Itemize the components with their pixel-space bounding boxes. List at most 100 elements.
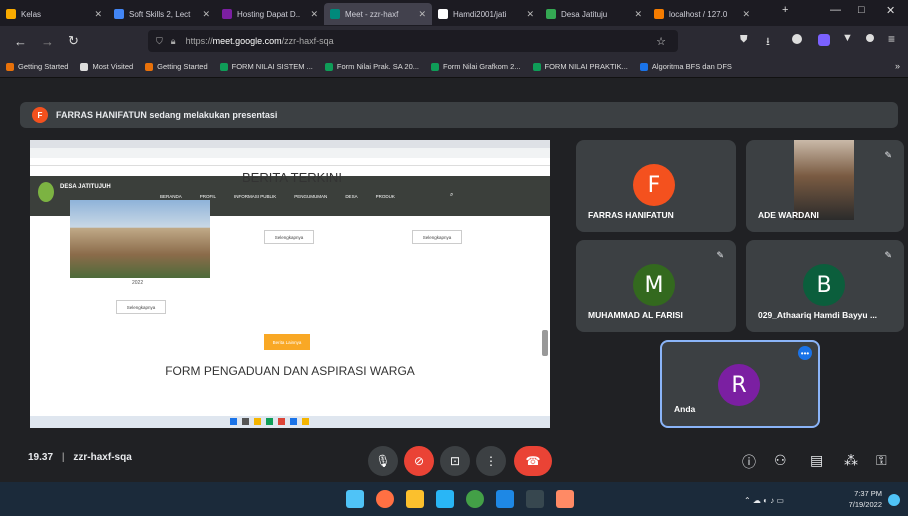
leave-call-button[interactable]: ☎ bbox=[514, 446, 552, 476]
download-icon[interactable]: ⭳ bbox=[766, 33, 770, 52]
pocket-icon[interactable]: ⛊ bbox=[740, 34, 748, 45]
browser-tab[interactable]: Soft Skills 2, Lect ✕ bbox=[108, 3, 216, 25]
close-window-icon[interactable]: ✕ bbox=[886, 4, 895, 17]
bookmark-label: FORM NILAI SISTEM ... bbox=[231, 62, 313, 71]
browser-nav-bar: ← → ↻ ⛉ 🔒︎ https://meet.google.com/zzr-h… bbox=[0, 26, 908, 56]
muted-mic-icon: ✎ bbox=[716, 250, 724, 260]
close-tab-icon[interactable]: ✕ bbox=[526, 9, 534, 20]
village-logo bbox=[38, 182, 54, 202]
close-tab-icon[interactable]: ✕ bbox=[634, 9, 642, 20]
bookmark-item[interactable]: FORM NILAI PRAKTIK... bbox=[532, 62, 628, 71]
avatar: R bbox=[718, 364, 760, 406]
firefox-icon[interactable] bbox=[376, 490, 394, 508]
bookmark-item[interactable]: Form Nilai Grafkom 2... bbox=[431, 62, 521, 71]
terminal-icon[interactable] bbox=[526, 490, 544, 508]
start-icon[interactable] bbox=[346, 490, 364, 508]
url-bar[interactable]: ⛉ 🔒︎ https://meet.google.com/zzr-haxf-sq… bbox=[148, 30, 678, 52]
url-domain: meet.google.com bbox=[212, 36, 282, 46]
chat-icon[interactable]: ▤ bbox=[810, 452, 823, 469]
bookmark-item[interactable]: Form Nilai Prak. SA 20... bbox=[324, 62, 419, 71]
vscode-icon[interactable] bbox=[496, 490, 514, 508]
bookmark-label: Getting Started bbox=[157, 62, 208, 71]
present-button[interactable]: ⊡ bbox=[440, 446, 470, 476]
bookmark-icon bbox=[324, 62, 333, 71]
account-icon[interactable] bbox=[792, 34, 802, 44]
tab-label: localhost / 127.0 bbox=[669, 9, 728, 19]
microphone-button[interactable]: 🎙︎ bbox=[368, 446, 398, 476]
vpn-icon[interactable]: ▼ bbox=[842, 32, 853, 44]
lock-icon[interactable]: ⚿ bbox=[876, 452, 887, 469]
bookmark-item[interactable]: Getting Started bbox=[145, 62, 208, 71]
participant-tile-athaariq[interactable]: B ✎ 029_Athaariq Hamdi Bayyu ... bbox=[746, 240, 904, 332]
system-tray-icons[interactable]: ⌃ ☁ ◐ ♪ ▭ bbox=[744, 496, 784, 505]
bookmark-item[interactable]: Getting Started bbox=[6, 62, 68, 71]
more-bookmarks-icon[interactable]: » bbox=[895, 61, 900, 71]
present-icon: ⊡ bbox=[449, 454, 461, 468]
participant-name: ADE WARDANI bbox=[758, 210, 819, 220]
bookmarks-bar: Getting Started Most Visited Getting Start… bbox=[0, 56, 908, 78]
more-options-button[interactable]: ⋮ bbox=[476, 446, 506, 476]
muted-mic-icon: ✎ bbox=[884, 250, 892, 260]
search-icon: ⌕ bbox=[450, 192, 454, 198]
extension-icon[interactable] bbox=[866, 34, 874, 42]
new-tab-button[interactable]: + bbox=[782, 4, 788, 16]
close-tab-icon[interactable]: ✕ bbox=[310, 9, 318, 20]
participant-name: FARRAS HANIFATUN bbox=[588, 210, 674, 220]
menu-icon[interactable]: ≡ bbox=[888, 32, 895, 46]
bookmark-item[interactable]: Most Visited bbox=[80, 62, 133, 71]
browser-tab[interactable]: Hamdi2001/jati ✕ bbox=[432, 3, 540, 25]
close-tab-icon[interactable]: ✕ bbox=[742, 9, 750, 20]
read-more-button-1: Selengkapnya bbox=[116, 300, 166, 314]
browser-tab[interactable]: localhost / 127.0 ✕ bbox=[648, 3, 756, 25]
bookmark-label: Form Nilai Grafkom 2... bbox=[443, 62, 521, 71]
bookmark-item[interactable]: FORM NILAI SISTEM ... bbox=[219, 62, 313, 71]
close-tab-icon[interactable]: ✕ bbox=[418, 9, 426, 20]
maximize-icon[interactable]: □ bbox=[858, 4, 865, 16]
back-icon[interactable]: ← bbox=[14, 34, 27, 49]
extension-icon[interactable] bbox=[818, 34, 830, 46]
star-icon[interactable]: ☆ bbox=[656, 35, 666, 48]
site-nav-item: INFORMASI PUBLIK bbox=[234, 194, 277, 199]
reload-icon[interactable]: ↻ bbox=[68, 33, 79, 49]
forward-icon[interactable]: → bbox=[41, 34, 54, 49]
xampp-icon[interactable] bbox=[556, 490, 574, 508]
lock-icon: 🔒︎ bbox=[170, 35, 176, 46]
read-more-button-3: Selengkapnya bbox=[412, 230, 462, 244]
tab-favicon-icon bbox=[546, 9, 556, 19]
presenter-avatar: F bbox=[32, 107, 48, 123]
camera-off-icon: ⊘ bbox=[413, 454, 425, 468]
system-clock[interactable]: 7:37 PM 7/19/2022 bbox=[842, 488, 882, 510]
tab-label: Kelas bbox=[21, 9, 42, 19]
read-more-button-2: Selengkapnya bbox=[264, 230, 314, 244]
close-tab-icon[interactable]: ✕ bbox=[202, 9, 210, 20]
shared-tab-bar bbox=[30, 140, 550, 148]
participant-tile-ade[interactable]: ✎ ADE WARDANI bbox=[746, 140, 904, 232]
people-icon[interactable]: ⚇ bbox=[774, 452, 787, 469]
browser-tab[interactable]: Meet - zzr-haxf ✕ bbox=[324, 3, 432, 25]
camera-button[interactable]: ⊘ bbox=[404, 446, 434, 476]
shared-url-bar bbox=[30, 148, 550, 158]
shared-taskbar-icons bbox=[230, 418, 309, 425]
more-options-icon[interactable]: ••• bbox=[798, 346, 812, 360]
browser-tab[interactable]: Kelas ✕ bbox=[0, 3, 108, 25]
clock-time: 7:37 PM bbox=[854, 489, 882, 498]
notification-icon[interactable] bbox=[888, 494, 900, 506]
participant-tile-muhammad[interactable]: M ✎ MUHAMMAD AL FARISI bbox=[576, 240, 736, 332]
close-tab-icon[interactable]: ✕ bbox=[94, 9, 102, 20]
participant-tile-self[interactable]: R ••• Anda bbox=[660, 340, 820, 428]
participant-tile-farras[interactable]: F FARRAS HANIFATUN bbox=[576, 140, 736, 232]
browser-tab[interactable]: Desa Jatituju ✕ bbox=[540, 3, 648, 25]
bookmark-item[interactable]: Algoritma BFS dan DFS bbox=[639, 62, 732, 71]
browser-tab[interactable]: Hosting Dapat D.. ✕ bbox=[216, 3, 324, 25]
url-path: /zzr-haxf-sqa bbox=[281, 36, 334, 46]
info-icon[interactable]: ⓘ bbox=[742, 452, 756, 472]
shield-icon: ⛉ bbox=[156, 35, 163, 46]
activities-icon[interactable]: ⁂ bbox=[844, 452, 858, 469]
shared-screen: DESA JATITUJUH BERANDA PROFIL INFORMASI PU… bbox=[30, 140, 550, 428]
bookmark-label: Algoritma BFS dan DFS bbox=[651, 62, 732, 71]
store-icon[interactable] bbox=[436, 490, 454, 508]
minimize-icon[interactable]: — bbox=[830, 4, 841, 16]
tab-label: Desa Jatituju bbox=[561, 9, 608, 19]
file-explorer-icon[interactable] bbox=[406, 490, 424, 508]
whatsapp-icon[interactable] bbox=[466, 490, 484, 508]
